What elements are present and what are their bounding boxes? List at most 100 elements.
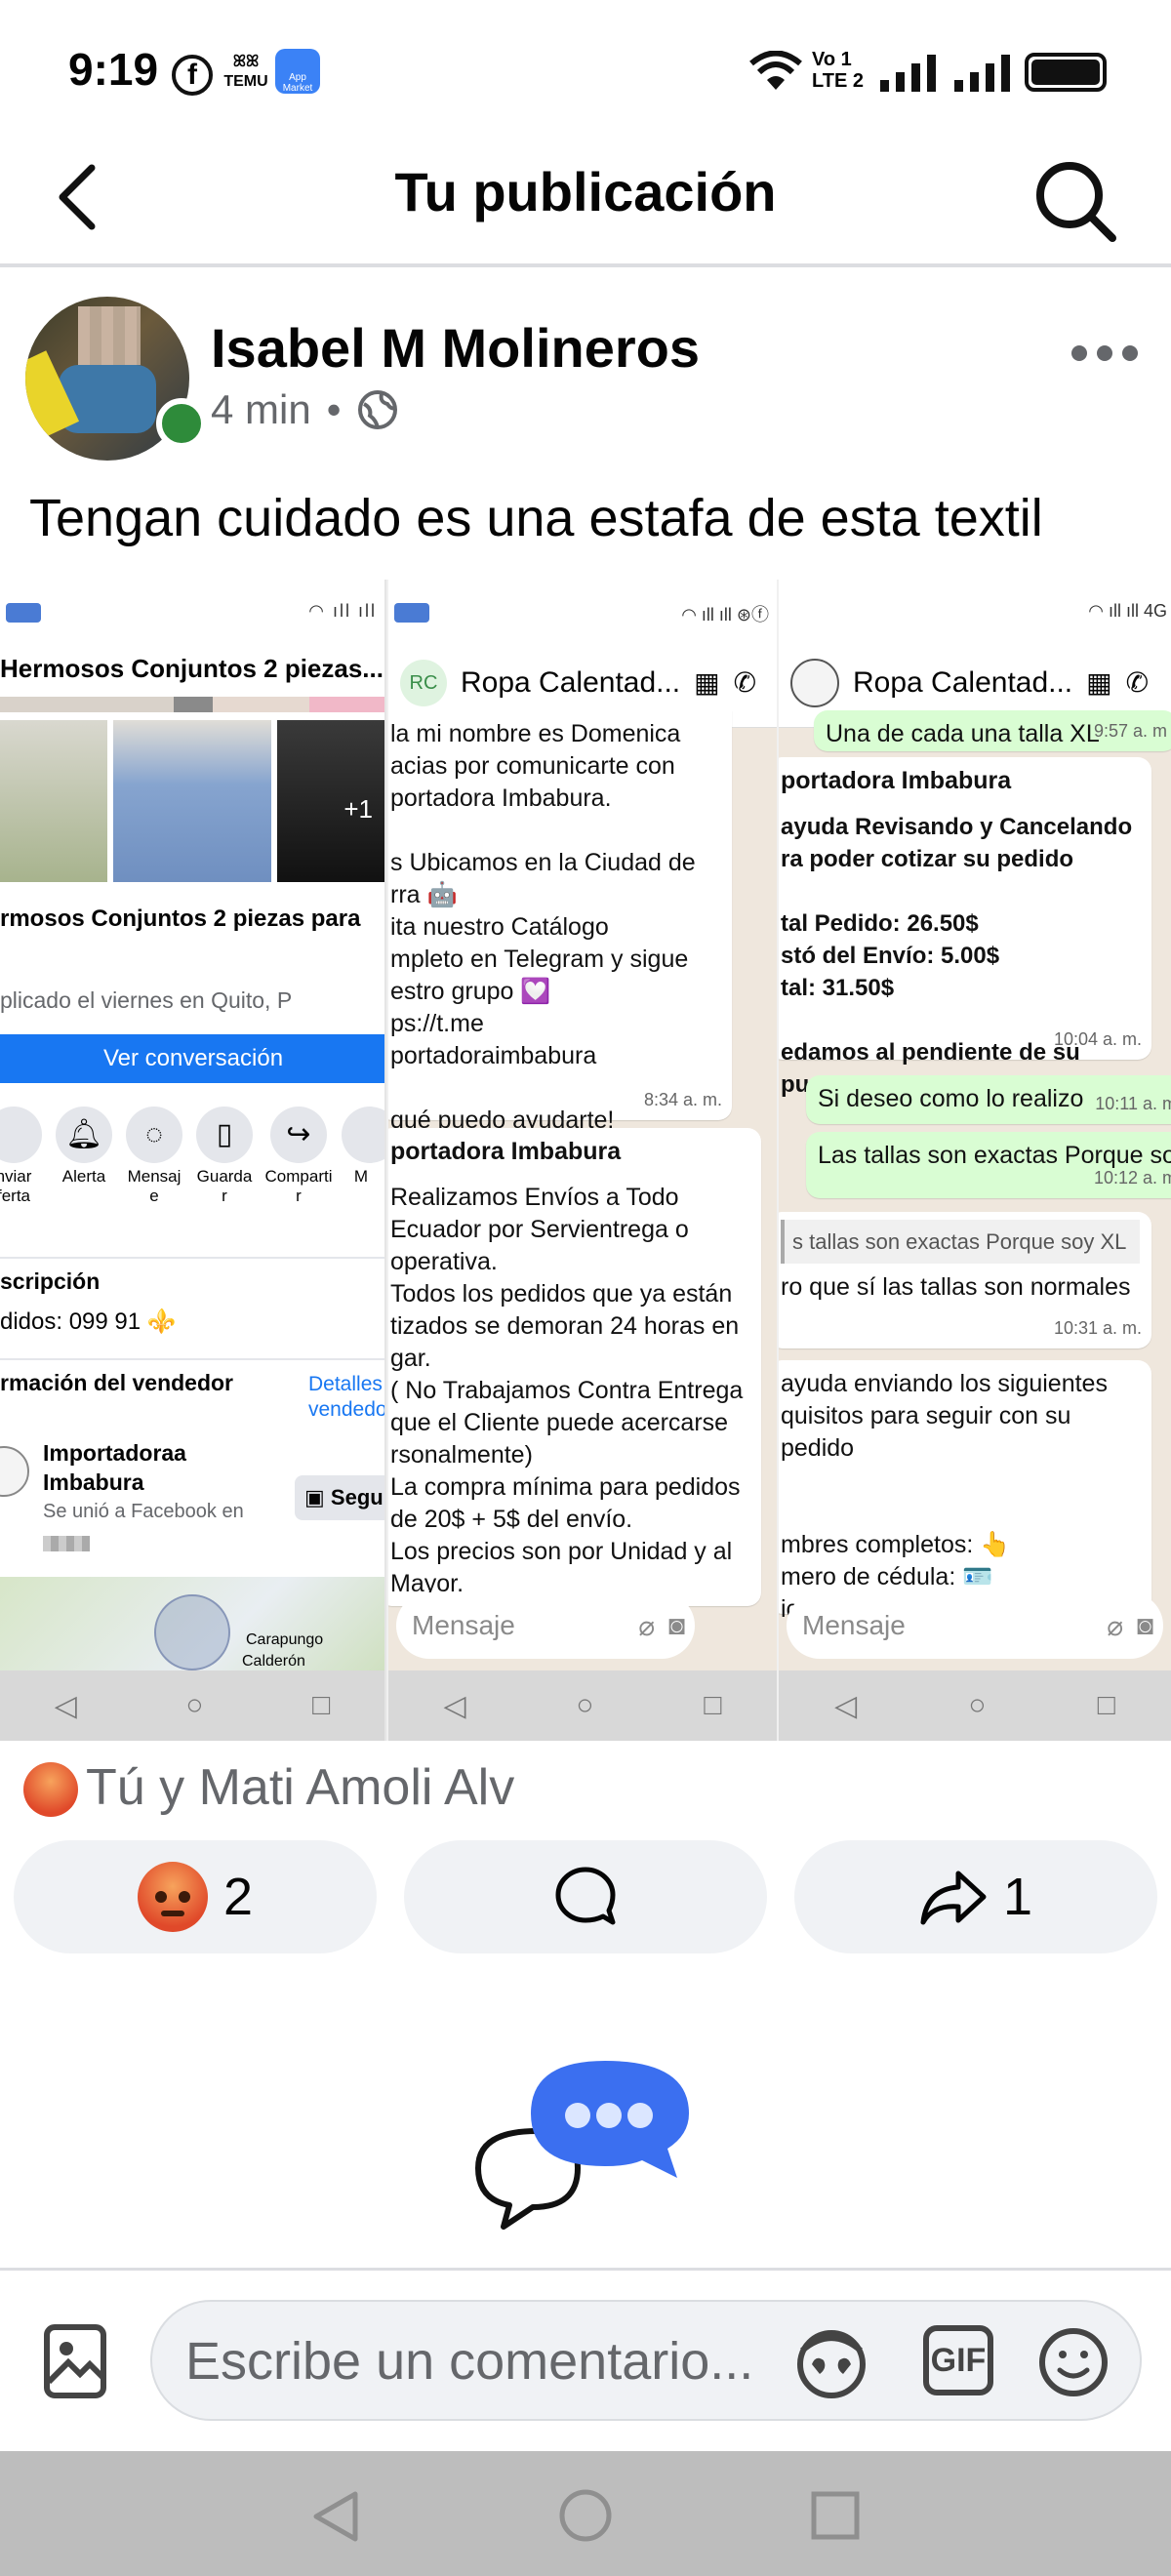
nav-home-icon: ○ (968, 1689, 987, 1721)
chat-message: portadora Imbabura ayuda Revisando y Canc… (779, 757, 1151, 1098)
nav-back-icon: ◁ (54, 1689, 77, 1722)
seller-avatar[interactable] (0, 1446, 29, 1497)
mini-status-bar: ◠ ıll ıll (0, 580, 384, 638)
listing-title: rmosos Conjuntos 2 piezas para (0, 906, 361, 932)
comment-bubble-icon (555, 1867, 616, 1925)
action-label: Mensaj e (127, 1167, 182, 1205)
phone-icon[interactable]: ✆ (1126, 666, 1149, 699)
post-time[interactable]: 4 min (211, 386, 311, 433)
chat-message-reply: s tallas son exactas Porque soy XL ro qu… (779, 1212, 1151, 1348)
quoted-message[interactable]: s tallas son exactas Porque soy XL (781, 1220, 1140, 1264)
seller-info-heading: rmación del vendedor (0, 1370, 234, 1395)
share-button[interactable]: 1 (794, 1840, 1157, 1953)
phone-icon[interactable]: ✆ (734, 666, 756, 699)
bookmark-icon: ▯ (196, 1107, 253, 1163)
reaction-count: 2 (222, 1868, 254, 1926)
app-header: Tu publicación (0, 137, 1171, 267)
follow-label: Segu (330, 1485, 384, 1509)
share-arrow-icon (920, 1871, 987, 1925)
nav-home-icon[interactable] (558, 2488, 613, 2543)
comment-button[interactable] (404, 1840, 767, 1953)
attach-icon[interactable]: ⌀ (1107, 1610, 1123, 1642)
listing-photo-2[interactable] (113, 720, 271, 882)
temu-label: TEMU (223, 73, 268, 90)
follow-button[interactable]: ▣ Segu (295, 1475, 384, 1520)
reactions-summary[interactable]: Tú y Mati Amoli Alv (0, 1743, 1171, 1840)
status-time: 9:19 (68, 44, 159, 95)
description-text: didos: 099 91 ⚜️ (0, 1308, 177, 1335)
mini-navbar: ◁ ○ □ (779, 1670, 1171, 1741)
action-send-offer[interactable]: nviar ferta (0, 1107, 45, 1206)
nav-recents-icon[interactable] (810, 2490, 861, 2541)
nav-back-icon: ◁ (834, 1689, 858, 1722)
message-time: 8:34 a. m. (643, 1090, 722, 1109)
marketplace-screenshot[interactable]: ◠ ıll ıll Hermosos Conjuntos 2 piezas...… (0, 580, 386, 1741)
gif-icon[interactable]: GIF (923, 2325, 993, 2395)
attach-icon[interactable]: ⌀ (638, 1610, 655, 1642)
mini-app-icon (6, 603, 41, 623)
message-input[interactable]: Mensaje ⌀ ◙ (787, 1592, 1163, 1659)
seller-name[interactable]: Importadoraa Imbabura (43, 1438, 186, 1497)
action-share[interactable]: ↪ Comparti r (263, 1107, 334, 1206)
post-author[interactable]: Isabel M Molineros (211, 316, 700, 380)
temu-icon: ꕤꕤ TEMU (223, 54, 268, 90)
action-more[interactable]: M (342, 1107, 384, 1206)
message-text: ayuda enviando los siguientes quisitos p… (781, 1370, 1129, 1623)
message-text: Realizamos Envíos a Todo Ecuador por Ser… (390, 1184, 744, 1597)
post-image-gallery[interactable]: ◠ ıll ıll Hermosos Conjuntos 2 piezas...… (0, 580, 1171, 1741)
image-icon[interactable] (43, 2323, 109, 2401)
listing-published: plicado el viernes en Quito, P (0, 987, 293, 1013)
store-icon[interactable]: ▦ (694, 666, 719, 699)
view-conversation-button[interactable]: Ver conversación (0, 1034, 384, 1083)
camera-icon[interactable]: ◙ (1137, 1610, 1153, 1641)
chat-message-out: Si deseo como lo realizo 10:11 a. m (806, 1075, 1171, 1124)
chat-avatar[interactable] (790, 658, 839, 707)
comment-placeholder: Escribe un comentario... (185, 2332, 754, 2391)
mini-navbar: ◁ ○ □ (0, 1670, 384, 1741)
nav-back-icon[interactable] (310, 2490, 361, 2543)
online-status-dot (156, 398, 207, 449)
wifi-icon (749, 51, 802, 90)
camera-icon[interactable]: ◙ (668, 1610, 685, 1641)
post-text: Tengan cuidado es una estafa de esta tex… (29, 489, 1043, 547)
mini-signal-icon: ◠ ıll ıll (308, 601, 377, 621)
message-input[interactable]: Mensaje ⌀ ◙ (396, 1592, 695, 1659)
more-horizontal-icon[interactable] (1070, 342, 1140, 365)
nav-recents-icon: □ (1097, 1689, 1115, 1721)
chat-name[interactable]: Ropa Calentad... (461, 666, 680, 700)
message-text: Una de cada una talla XL (826, 720, 1100, 747)
message-sender: portadora Imbabura (390, 1138, 622, 1165)
emoji-icon[interactable] (1036, 2325, 1110, 2399)
gif-label: GIF (930, 2342, 987, 2379)
seller-details-link[interactable]: Detalles vendedo (308, 1372, 384, 1423)
chat-name[interactable]: Ropa Calentad... (853, 666, 1072, 700)
action-label: M (353, 1167, 369, 1186)
globe-icon (358, 390, 398, 429)
map-label-calderon: Calderón (242, 1653, 305, 1670)
comment-input[interactable]: Escribe un comentario... GIF (150, 2300, 1142, 2421)
nav-back-icon: ◁ (443, 1689, 466, 1722)
listing-photo-more[interactable]: +1 (277, 720, 384, 882)
signal-icon (880, 55, 936, 92)
angry-reaction-icon (23, 1762, 78, 1817)
react-button[interactable]: 2 (14, 1840, 377, 1953)
action-message[interactable]: ◌ Mensaj e (123, 1107, 185, 1206)
whatsapp-screenshot-1[interactable]: ◠ ıll ıll ⊛ⓕ RC Ropa Calentad... ▦ ✆ la … (388, 580, 777, 1741)
store-icon[interactable]: ▦ (1086, 666, 1111, 699)
mini-navbar: ◁ ○ □ (388, 1670, 777, 1741)
listing-photo-1[interactable] (0, 720, 107, 882)
message-time: 10:31 a. m. (1053, 1318, 1142, 1338)
seller-map[interactable]: Carapungo Calderón (0, 1577, 384, 1670)
message-text: Si deseo como lo realizo (818, 1085, 1084, 1112)
action-alert[interactable]: 🔔︎ Alerta (53, 1107, 115, 1206)
search-icon[interactable] (1030, 156, 1118, 244)
reactions-names[interactable]: Tú y Mati Amoli Alv (86, 1758, 514, 1817)
angry-emoji-icon (137, 1862, 208, 1932)
whatsapp-screenshot-2[interactable]: ◠ ıll ıll 4G Ropa Calentad... ▦ ✆ Una de… (779, 580, 1171, 1741)
message-text: ro que sí las tallas son normales (781, 1273, 1131, 1301)
mini-status-bar: ◠ ıll ıll ⊛ⓕ (388, 580, 777, 638)
message-sender: portadora Imbabura (781, 767, 1012, 794)
avatar-sticker-icon[interactable] (792, 2325, 870, 2399)
action-save[interactable]: ▯ Guarda r (193, 1107, 256, 1206)
chat-avatar[interactable]: RC (400, 659, 447, 706)
